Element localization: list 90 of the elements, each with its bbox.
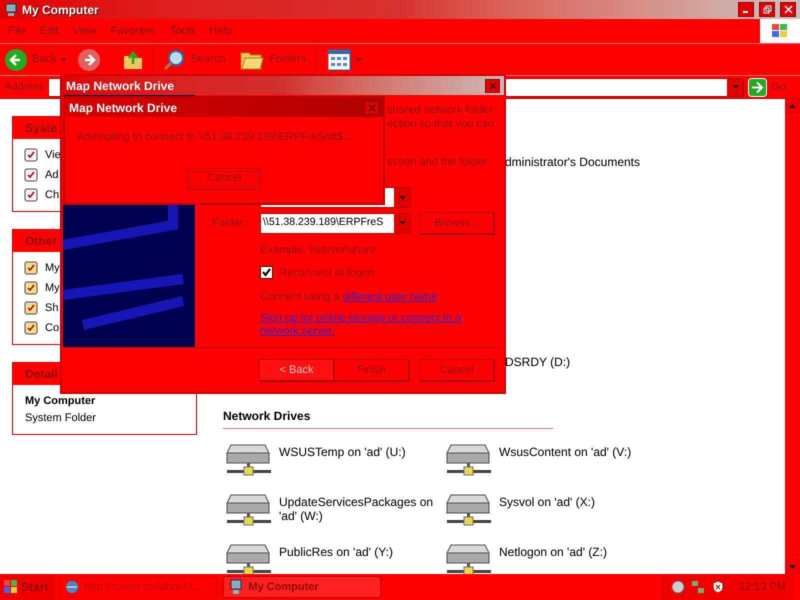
menu-item[interactable]: File <box>8 22 26 40</box>
cancel-button[interactable]: Cancel <box>187 168 261 190</box>
task-link[interactable]: Vie <box>45 146 61 164</box>
menu-item[interactable]: View <box>72 22 96 40</box>
go-button[interactable]: Go <box>748 78 796 96</box>
computer-icon <box>228 579 244 595</box>
search-icon <box>162 48 186 72</box>
minimize-button[interactable] <box>738 2 754 17</box>
close-button[interactable] <box>780 2 796 17</box>
scroll-up-icon[interactable] <box>785 99 800 114</box>
menu-item[interactable]: Help <box>209 22 232 40</box>
close-icon <box>368 104 376 112</box>
tray-icon[interactable] <box>670 580 685 594</box>
intro-text: shared network folder <box>387 103 494 117</box>
dropdown-button[interactable] <box>727 78 744 96</box>
computer-icon <box>4 2 18 16</box>
close-icon <box>784 5 792 14</box>
folder-label: Folder: <box>212 216 248 231</box>
task-link[interactable]: Ch <box>45 186 60 204</box>
task-icon <box>23 187 39 203</box>
menu-item[interactable]: Edit <box>40 22 59 40</box>
details-type: System Folder <box>25 410 97 426</box>
dropdown-button[interactable] <box>394 214 410 232</box>
dialog-title: Map Network Drive <box>69 100 178 116</box>
drive-label[interactable]: PublicRes on 'ad' (Y:) <box>279 545 439 559</box>
details-name: My Computer <box>25 394 96 409</box>
start-button[interactable]: Start <box>0 574 54 600</box>
task-icon <box>23 147 39 163</box>
checkmark-icon <box>262 268 271 278</box>
close-icon <box>488 82 496 90</box>
dropdown-arrow-icon <box>398 196 406 200</box>
reconnect-checkbox[interactable] <box>260 266 273 280</box>
shield-icon[interactable] <box>710 580 725 594</box>
menu-item[interactable]: Favorites <box>110 22 156 40</box>
close-button[interactable] <box>485 78 500 92</box>
reconnect-label: Reconnect at logon <box>279 266 374 280</box>
scroll-down-icon[interactable] <box>785 559 800 574</box>
item-label: dministrator's Documents <box>505 154 641 171</box>
panel-title: Syste <box>25 120 58 137</box>
different-user-link[interactable]: different user name <box>342 291 438 303</box>
dropdown-button[interactable] <box>394 188 410 207</box>
drive-label[interactable]: WSUSTemp on 'ad' (U:) <box>279 445 439 459</box>
address-label: Address <box>4 80 44 95</box>
menu-item[interactable]: Tools <box>170 22 196 40</box>
restore-button[interactable] <box>759 2 775 17</box>
drive-label[interactable]: WsusContent on 'ad' (V:) <box>499 445 659 459</box>
dialog-title: Map Network Drive <box>66 78 174 94</box>
dialog-button[interactable]: Cancel <box>419 359 494 381</box>
item-label: DSRDY (D:) <box>505 354 572 371</box>
panel-title: Detail <box>25 366 58 383</box>
dropdown-arrow-icon <box>398 221 406 225</box>
panel-title: Other <box>25 233 58 250</box>
flag-icon <box>4 580 18 594</box>
dropdown-arrow-icon <box>60 58 68 62</box>
drive-label[interactable]: Sysvol on 'ad' (X:) <box>499 495 659 509</box>
taskbar-button[interactable]: My Computer <box>223 576 382 598</box>
search-button[interactable]: Search <box>162 48 226 72</box>
dropdown-arrow-icon <box>732 85 739 89</box>
taskbar-button[interactable]: http://router.collabnet.l... <box>59 576 218 598</box>
intro-text: ection so that you can <box>387 117 496 131</box>
window-title: My Computer <box>22 2 99 18</box>
restore-icon <box>762 5 772 14</box>
signup-link[interactable]: Sign up for online storage or connect to a network server. <box>260 312 480 338</box>
task-link[interactable]: My <box>45 260 60 276</box>
task-link[interactable]: My <box>45 280 60 296</box>
dialog-button[interactable]: Browse... <box>420 212 494 234</box>
section-header: Network Drives <box>223 407 553 429</box>
task-link[interactable]: Co <box>45 320 60 336</box>
progress-message: Attempting to connect to \\51.38.239.189\ERPFreSoft$... <box>77 130 354 145</box>
globe-icon <box>64 579 80 595</box>
dropdown-arrow-icon <box>355 58 362 62</box>
task-icon <box>23 300 39 316</box>
task-icon <box>23 260 39 276</box>
folder-combobox[interactable]: \\51.38.239.189\ERPFreS <box>260 212 411 234</box>
task-icon <box>23 280 39 296</box>
example-text: Example: \\server\share <box>260 243 378 258</box>
views-icon[interactable] <box>327 48 352 70</box>
dialog-button[interactable]: Finish <box>334 359 409 381</box>
clock: 12:13 PM <box>738 580 787 595</box>
task-link[interactable]: Ad <box>45 166 58 184</box>
drive-label[interactable]: UpdateServicesPackages on 'ad' (W:) <box>279 495 439 523</box>
back-button[interactable]: Back <box>4 48 56 72</box>
task-icon <box>23 320 39 336</box>
drive-label[interactable]: Netlogon on 'ad' (Z:) <box>499 545 659 559</box>
connect-text: Connect using a different user name. <box>260 290 442 305</box>
intro-text: ection and the folder <box>387 155 488 169</box>
flag-icon <box>771 23 789 39</box>
folders-button[interactable]: Folders <box>239 48 306 70</box>
task-icon <box>23 167 39 183</box>
task-link[interactable]: Sh <box>45 300 58 316</box>
